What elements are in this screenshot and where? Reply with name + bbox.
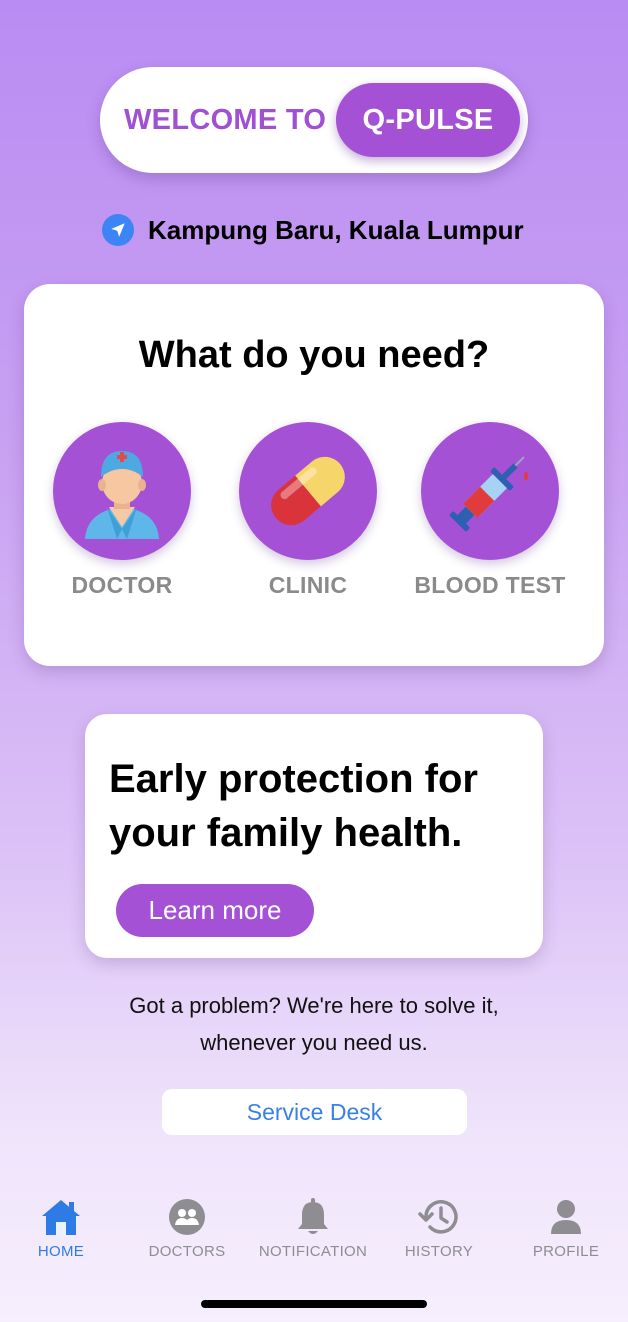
tab-history-label: HISTORY bbox=[404, 1243, 474, 1260]
promo-card: Early protection for your family health.… bbox=[85, 714, 543, 958]
tab-profile[interactable]: PROFILE bbox=[503, 1195, 628, 1260]
service-doctor-circle[interactable] bbox=[53, 422, 191, 560]
service-clinic-label: CLINIC bbox=[268, 572, 348, 598]
service-doctor[interactable]: DOCTOR bbox=[32, 422, 212, 599]
tab-notification[interactable]: NOTIFICATION bbox=[250, 1195, 376, 1260]
welcome-banner: WELCOME TO Q-PULSE bbox=[100, 67, 528, 173]
service-blood-test-circle[interactable] bbox=[421, 422, 559, 560]
service-blood-test[interactable]: BLOOD TEST bbox=[400, 422, 580, 599]
service-selector-title: What do you need? bbox=[138, 334, 490, 376]
learn-more-button[interactable]: Learn more bbox=[116, 884, 314, 937]
doctor-icon bbox=[85, 451, 159, 539]
support-message: Got a problem? We're here to solve it, w… bbox=[0, 987, 628, 1061]
tab-notification-label: NOTIFICATION bbox=[258, 1243, 368, 1260]
doctors-group-icon bbox=[169, 1199, 205, 1235]
location-text: Kampung Baru, Kuala Lumpur bbox=[148, 214, 524, 245]
bell-icon bbox=[298, 1198, 328, 1234]
service-clinic[interactable]: CLINIC bbox=[218, 422, 398, 599]
welcome-label: WELCOME TO bbox=[124, 103, 327, 136]
service-doctor-label: DOCTOR bbox=[71, 572, 173, 598]
profile-person-icon bbox=[551, 1200, 581, 1234]
bottom-tab-bar: HOME DOCTORS NOTIFICATION HISTORY PROFIL… bbox=[0, 1195, 628, 1275]
brand-badge: Q-PULSE bbox=[336, 83, 520, 157]
support-message-line-2: whenever you need us. bbox=[200, 1030, 428, 1055]
home-icon bbox=[42, 1200, 80, 1235]
promo-headline: Early protection for your family health. bbox=[109, 757, 478, 855]
tab-home[interactable]: HOME bbox=[0, 1195, 124, 1260]
history-clock-icon bbox=[418, 1200, 458, 1234]
service-clinic-circle[interactable] bbox=[239, 422, 377, 560]
tab-profile-label: PROFILE bbox=[532, 1243, 600, 1260]
pill-capsule-icon bbox=[271, 456, 345, 526]
home-indicator[interactable] bbox=[201, 1300, 427, 1308]
support-message-line-1: Got a problem? We're here to solve it, bbox=[129, 993, 499, 1018]
service-desk-button[interactable]: Service Desk bbox=[162, 1089, 467, 1135]
tab-home-label: HOME bbox=[37, 1243, 85, 1260]
syringe-icon bbox=[449, 456, 528, 532]
tab-doctors-label: DOCTORS bbox=[148, 1243, 226, 1260]
service-blood-test-label: BLOOD TEST bbox=[414, 572, 566, 598]
current-location[interactable]: Kampung Baru, Kuala Lumpur bbox=[102, 210, 524, 250]
tab-history[interactable]: HISTORY bbox=[376, 1195, 502, 1260]
tab-doctors[interactable]: DOCTORS bbox=[124, 1195, 250, 1260]
location-arrow-icon bbox=[102, 214, 134, 246]
service-selector-card: What do you need? DOCTOR CLINIC BLOOD TE… bbox=[24, 284, 604, 666]
